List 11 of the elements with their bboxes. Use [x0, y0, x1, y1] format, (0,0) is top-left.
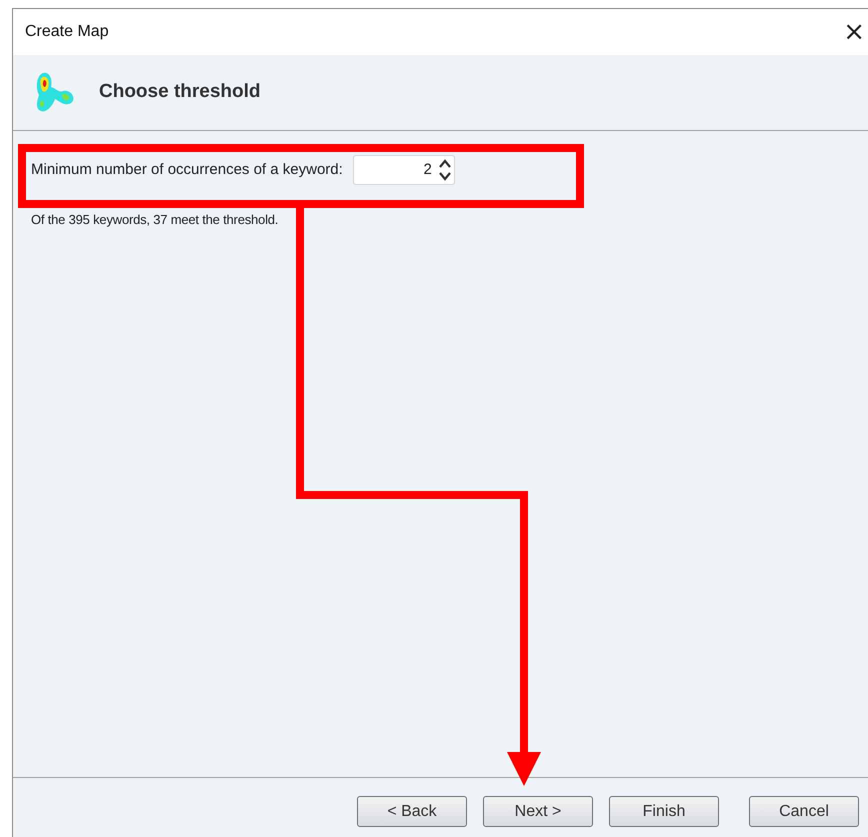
page-heading: Choose threshold — [99, 80, 261, 104]
window-title: Create Map — [25, 22, 109, 42]
keyword-count-text: Of the 395 keywords, 37 meet the threshold. — [31, 211, 280, 229]
wizard-button[interactable]: Cancel — [749, 796, 859, 827]
up-down-arrows-icon[interactable] — [438, 158, 452, 182]
wizard-button[interactable]: Finish — [609, 796, 719, 827]
threshold-label: Minimum number of occurrences of a keyword: — [31, 160, 343, 180]
threshold-spinner[interactable]: 2 — [352, 155, 455, 185]
wizard-button[interactable]: Next > — [483, 796, 593, 827]
close-button[interactable]: × — [843, 19, 865, 45]
wizard-button[interactable]: < Back — [357, 796, 467, 827]
